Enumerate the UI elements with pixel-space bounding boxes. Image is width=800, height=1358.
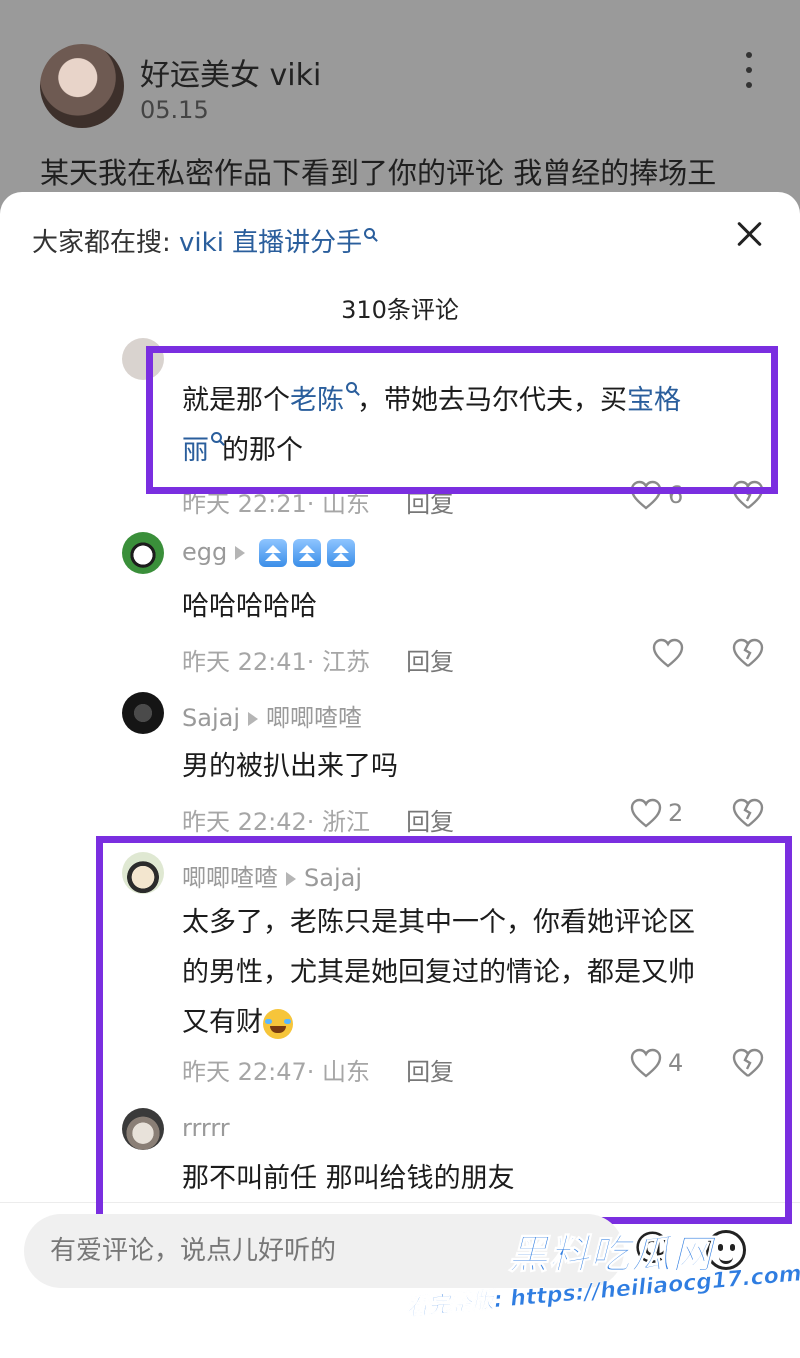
- trending-search[interactable]: 大家都在搜: viki 直播讲分手: [32, 222, 376, 259]
- reply-button[interactable]: 回复: [406, 490, 454, 518]
- comment-count: 310条评论: [341, 296, 459, 324]
- trending-search-term[interactable]: viki 直播讲分手: [179, 228, 362, 258]
- post-date: 05.15: [140, 96, 209, 124]
- comment-text: 男的被扒出来了吗: [182, 751, 398, 782]
- broken-heart-icon[interactable]: [732, 638, 764, 668]
- post-author-avatar[interactable]: [40, 44, 124, 128]
- username[interactable]: Sajaj: [182, 704, 240, 732]
- like-button[interactable]: 2: [630, 798, 683, 828]
- comment-meta: 昨天 22:42· 浙江 回复: [182, 802, 454, 837]
- comment-meta: 昨天 22:41· 江苏 回复: [182, 642, 454, 677]
- reply-arrow-icon: [235, 546, 246, 560]
- broken-heart-icon[interactable]: [732, 798, 764, 828]
- level-badge-icon: [327, 539, 356, 567]
- reply-button[interactable]: 回复: [406, 648, 454, 676]
- comment-author: egg: [182, 538, 356, 567]
- post-caption: 某天我在私密作品下看到了你的评论 我曾经的捧场王: [40, 156, 717, 190]
- post-author-name[interactable]: 好运美女 viki: [140, 50, 321, 94]
- search-icon: [364, 228, 376, 239]
- heart-icon: [652, 638, 684, 668]
- comment-time-location: 昨天 22:42· 浙江: [182, 808, 371, 836]
- avatar[interactable]: [122, 692, 164, 734]
- reply-arrow-icon: [247, 712, 258, 726]
- close-icon[interactable]: [732, 216, 768, 252]
- highlight-box: [146, 346, 778, 494]
- more-options-icon[interactable]: [742, 52, 756, 88]
- reply-button[interactable]: 回复: [406, 808, 454, 836]
- comment-text: 哈哈哈哈哈: [182, 591, 317, 622]
- reply-to-username[interactable]: 唧唧喳喳: [266, 704, 362, 732]
- like-button[interactable]: [652, 638, 684, 668]
- username[interactable]: egg: [182, 538, 227, 566]
- avatar[interactable]: [122, 532, 164, 574]
- comment-author: Sajaj 唧唧喳喳: [182, 698, 362, 733]
- like-count: 2: [668, 799, 684, 827]
- comment-time-location: 昨天 22:21· 山东: [182, 490, 371, 518]
- comment-time-location: 昨天 22:41· 江苏: [182, 648, 371, 676]
- highlight-box: [96, 836, 792, 1224]
- trending-search-prefix: 大家都在搜:: [32, 228, 171, 258]
- heart-icon: [630, 798, 662, 828]
- level-badge-icon: [293, 539, 322, 567]
- level-badge-icon: [259, 539, 288, 567]
